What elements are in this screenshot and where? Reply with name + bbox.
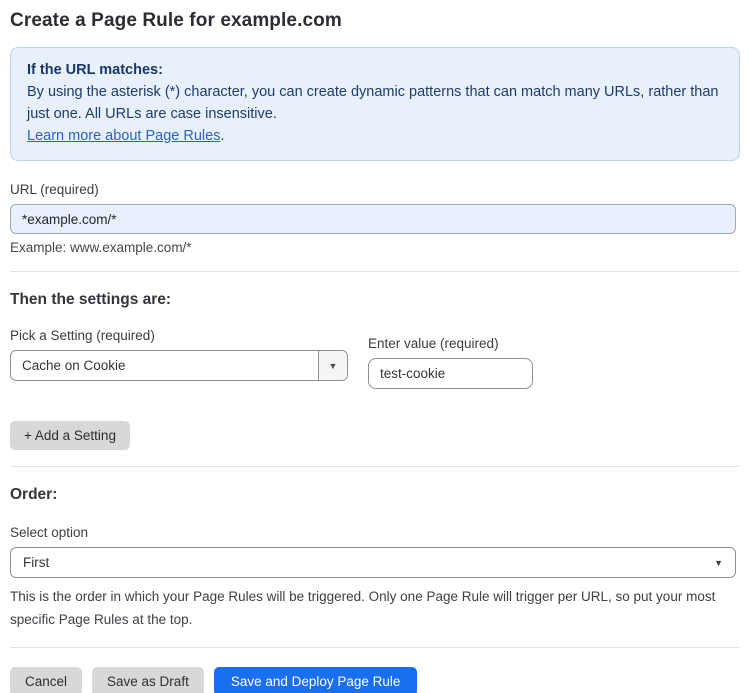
- url-label: URL (required): [10, 182, 99, 197]
- url-input[interactable]: [10, 204, 736, 234]
- order-select[interactable]: First ▼: [10, 547, 736, 578]
- setting-dropdown-arrow-button[interactable]: ▼: [318, 351, 347, 380]
- setting-column: Pick a Setting (required) Cache on Cooki…: [10, 328, 348, 389]
- footer-actions: Cancel Save as Draft Save and Deploy Pag…: [10, 667, 740, 693]
- section-divider: [10, 466, 740, 467]
- order-select-label: Select option: [10, 525, 89, 540]
- save-deploy-button[interactable]: Save and Deploy Page Rule: [213, 667, 418, 693]
- setting-value-input[interactable]: [368, 358, 533, 389]
- setting-label: Pick a Setting (required): [10, 328, 155, 343]
- setting-dropdown-value: Cache on Cookie: [22, 358, 126, 373]
- value-label: Enter value (required): [368, 336, 499, 351]
- order-help-text: This is the order in which your Page Rul…: [10, 589, 716, 627]
- add-setting-button[interactable]: + Add a Setting: [10, 421, 130, 450]
- cancel-button[interactable]: Cancel: [10, 667, 83, 693]
- save-draft-button[interactable]: Save as Draft: [92, 667, 204, 693]
- section-divider: [10, 271, 740, 272]
- learn-more-link[interactable]: Learn more about Page Rules: [27, 128, 220, 144]
- order-heading: Order:: [10, 486, 58, 503]
- value-column: Enter value (required): [368, 336, 533, 389]
- page-title: Create a Page Rule for example.com: [10, 10, 342, 31]
- info-box-body: By using the asterisk (*) character, you…: [27, 84, 719, 122]
- page-rule-form: Create a Page Rule for example.com If th…: [0, 10, 750, 693]
- url-example: Example: www.example.com/*: [10, 240, 192, 255]
- link-suffix: .: [220, 128, 225, 144]
- url-match-info-box: If the URL matches: By using the asteris…: [10, 47, 740, 161]
- settings-heading: Then the settings are:: [10, 291, 172, 308]
- settings-row: Pick a Setting (required) Cache on Cooki…: [10, 328, 740, 389]
- setting-dropdown[interactable]: Cache on Cookie ▼: [10, 350, 348, 381]
- footer-divider: [10, 647, 740, 648]
- chevron-down-icon: ▼: [328, 360, 338, 371]
- info-box-heading: If the URL matches:: [27, 62, 163, 78]
- chevron-down-icon: ▼: [714, 557, 723, 568]
- info-box-link-line: Learn more about Page Rules.: [27, 125, 723, 147]
- order-select-value: First: [23, 555, 50, 570]
